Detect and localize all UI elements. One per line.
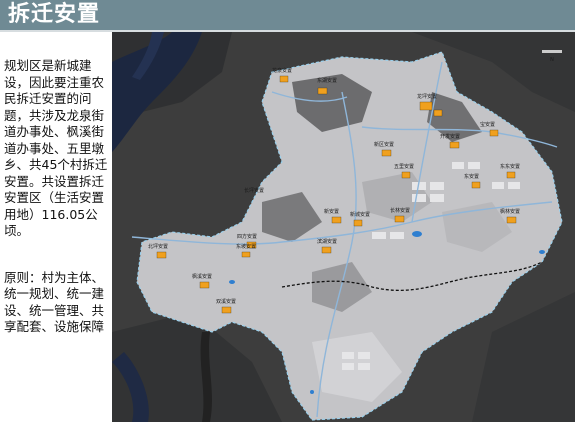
site-label: 新安置 xyxy=(324,208,339,215)
site-label: 东安置 xyxy=(464,173,479,180)
site-label: 枫林安置 xyxy=(500,208,520,215)
site-label: 东坡安置 xyxy=(236,243,256,250)
site-label: 宝安置 xyxy=(480,121,495,128)
site-label: 五里安置 xyxy=(394,163,414,170)
svg-text:N: N xyxy=(550,57,554,63)
principle-paragraph: 原则：村为主体、统一规划、统一建设、统一管理、共享配套、设施保障 xyxy=(4,269,105,335)
site-label: 滨湖安置 xyxy=(317,238,337,245)
site-label: 四方安置 xyxy=(237,233,257,240)
header-bar: 拆迁安置 xyxy=(0,0,575,32)
site-label: 东湖安置 xyxy=(317,77,337,84)
site-label: 双溪安置 xyxy=(216,298,236,305)
site-label: 新区安置 xyxy=(374,141,394,148)
site-label: 龙坪安置 xyxy=(417,93,437,100)
site-label: 枫溪安置 xyxy=(192,273,212,280)
site-label: 开发安置 xyxy=(440,133,460,140)
resettlement-map[interactable]: N 龙泉安置 东湖安置 龙坪安置 宝安置 开发安置 新区安置 五里安置 东东安置… xyxy=(112,32,575,422)
description-paragraph: 规划区是新城建设，因此要注重农民拆迁安置的问题，共涉及龙泉街道办事处、枫溪街道办… xyxy=(4,58,108,238)
map-canvas: N 龙泉安置 东湖安置 龙坪安置 宝安置 开发安置 新区安置 五里安置 东东安置… xyxy=(112,32,575,422)
site-label: 龙泉安置 xyxy=(272,67,292,74)
site-label: 北坪安置 xyxy=(148,243,168,250)
site-label: 东东安置 xyxy=(500,163,520,170)
site-label: 长坪安置 xyxy=(244,187,264,194)
page-title: 拆迁安置 xyxy=(8,2,101,27)
site-label: 长林安置 xyxy=(390,207,410,214)
description-panel: 规划区是新城建设，因此要注重农民拆迁安置的问题，共涉及龙泉街道办事处、枫溪街道办… xyxy=(4,58,112,336)
site-label: 新城安置 xyxy=(350,211,370,218)
